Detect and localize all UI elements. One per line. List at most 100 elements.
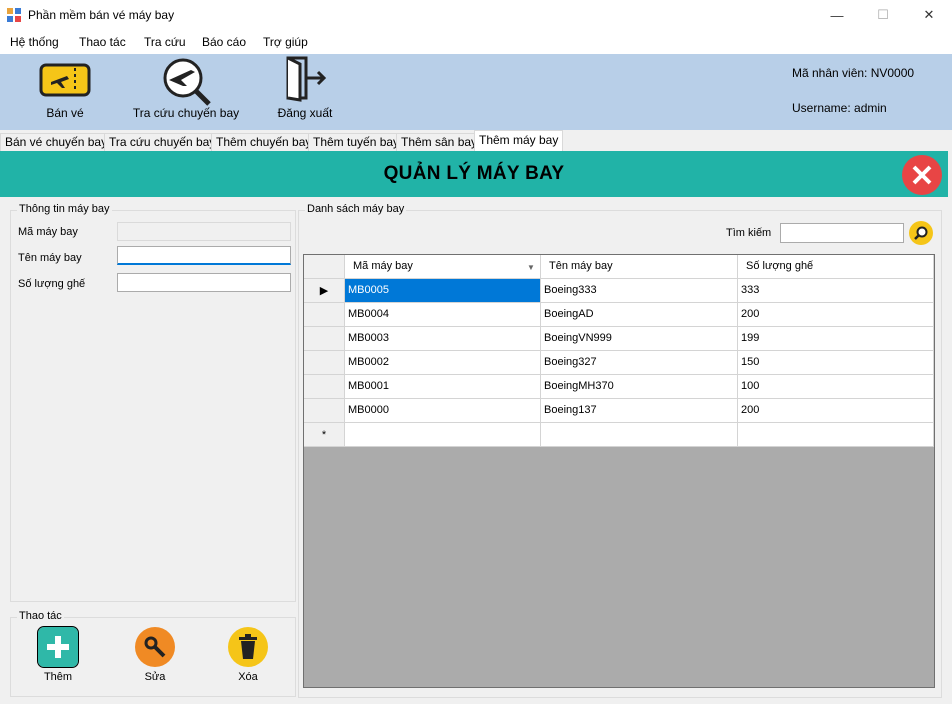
search-button[interactable] xyxy=(909,221,933,245)
new-row-marker: * xyxy=(304,423,345,447)
cell-name[interactable] xyxy=(541,423,738,447)
menu-he-thong[interactable]: Hệ thống xyxy=(10,35,59,49)
flight-lookup-button[interactable]: Tra cứu chuyến bay xyxy=(128,54,244,130)
edit-label: Sửa xyxy=(144,671,166,683)
table-row[interactable]: MB0001 BoeingMH370 100 xyxy=(304,375,934,399)
cell-id[interactable]: MB0001 xyxy=(345,375,541,399)
row-selector-icon: ▶ xyxy=(304,279,345,303)
menu-thao-tac[interactable]: Thao tác xyxy=(79,35,126,49)
column-header-name[interactable]: Tên máy bay xyxy=(541,255,738,279)
username-text: Username: admin xyxy=(792,101,887,115)
add-label: Thêm xyxy=(43,671,73,683)
cell-seats[interactable]: 200 xyxy=(738,399,934,423)
tab-tra-cuu[interactable]: Tra cứu chuyến bay xyxy=(104,133,221,151)
search-input[interactable] xyxy=(780,223,904,243)
table-row[interactable]: MB0003 BoeingVN999 199 xyxy=(304,327,934,351)
flight-lookup-label: Tra cứu chuyến bay xyxy=(132,106,240,120)
tab-them-tuyen-bay[interactable]: Thêm tuyến bay xyxy=(308,133,405,151)
cell-name[interactable]: Boeing327 xyxy=(541,351,738,375)
page-header: QUẢN LÝ MÁY BAY xyxy=(0,151,948,197)
delete-label: Xóa xyxy=(238,671,258,683)
cell-seats[interactable]: 150 xyxy=(738,351,934,375)
title-bar: Phần mềm bán vé máy bay — ☐ ✕ xyxy=(0,0,952,30)
header-corner xyxy=(304,255,345,279)
cell-name[interactable]: BoeingAD xyxy=(541,303,738,327)
row-header xyxy=(304,375,345,399)
name-label: Tên máy bay xyxy=(18,252,82,264)
cell-name[interactable]: Boeing137 xyxy=(541,399,738,423)
list-group-title: Danh sách máy bay xyxy=(305,203,407,215)
name-field[interactable] xyxy=(117,246,291,265)
toolbar: Bán vé Tra cứu chuyến bay Đăng xuất Mã n… xyxy=(0,54,952,130)
table-row[interactable]: MB0004 BoeingAD 200 xyxy=(304,303,934,327)
search-label: Tìm kiếm xyxy=(726,227,772,239)
trash-icon xyxy=(228,627,268,667)
table-row[interactable]: MB0000 Boeing137 200 xyxy=(304,399,934,423)
row-header xyxy=(304,399,345,423)
aircraft-table[interactable]: Mã máy bay ▼ Tên máy bay Số lượng ghế ▶ … xyxy=(303,254,935,688)
cell-name[interactable]: BoeingVN999 xyxy=(541,327,738,351)
info-group-title: Thông tin máy bay xyxy=(17,203,112,215)
delete-button[interactable]: Xóa xyxy=(218,627,278,683)
cell-id[interactable]: MB0000 xyxy=(345,399,541,423)
maximize-button[interactable]: ☐ xyxy=(860,0,906,30)
id-field[interactable] xyxy=(117,222,291,241)
cell-name[interactable]: BoeingMH370 xyxy=(541,375,738,399)
cell-seats[interactable]: 199 xyxy=(738,327,934,351)
search-icon xyxy=(914,226,928,240)
close-icon xyxy=(912,165,932,185)
cell-id[interactable] xyxy=(345,423,541,447)
wrench-icon xyxy=(135,627,175,667)
new-row[interactable]: * xyxy=(304,423,934,447)
plus-icon xyxy=(37,626,79,668)
column-header-id[interactable]: Mã máy bay xyxy=(345,255,541,279)
cell-seats[interactable] xyxy=(738,423,934,447)
employee-id-text: Mã nhân viên: NV0000 xyxy=(792,66,915,80)
table-header: Mã máy bay ▼ Tên máy bay Số lượng ghế xyxy=(304,255,934,279)
add-button[interactable]: Thêm xyxy=(28,626,88,683)
cell-id[interactable]: MB0003 xyxy=(345,327,541,351)
id-label: Mã máy bay xyxy=(18,226,78,238)
sell-ticket-label: Bán vé xyxy=(46,106,84,120)
sort-arrow-icon: ▼ xyxy=(527,263,535,272)
tab-them-may-bay[interactable]: Thêm máy bay xyxy=(474,130,564,151)
actions-group-title: Thao tác xyxy=(17,610,64,622)
menu-tro-giup[interactable]: Trợ giúp xyxy=(263,35,308,49)
table-row[interactable]: MB0002 Boeing327 150 xyxy=(304,351,934,375)
app-icon xyxy=(7,8,21,22)
cell-id[interactable]: MB0004 xyxy=(345,303,541,327)
logout-icon xyxy=(286,56,327,102)
menu-bao-cao[interactable]: Báo cáo xyxy=(202,35,246,49)
logout-button[interactable]: Đăng xuất xyxy=(262,54,348,130)
edit-button[interactable]: Sửa xyxy=(125,627,185,683)
content-area: Thông tin máy bay Mã máy bay Tên máy bay… xyxy=(0,197,948,700)
cell-id[interactable]: MB0005 xyxy=(345,279,541,303)
table-row[interactable]: ▶ MB0005 Boeing333 333 xyxy=(304,279,934,303)
tab-strip: Bán vé chuyến bay Tra cứu chuyến bay Thê… xyxy=(0,130,952,151)
cell-name[interactable]: Boeing333 xyxy=(541,279,738,303)
logout-label: Đăng xuất xyxy=(277,106,333,120)
column-header-seats[interactable]: Số lượng ghế xyxy=(738,255,934,279)
menu-bar: Hệ thống Thao tác Tra cứu Báo cáo Trợ gi… xyxy=(0,30,952,54)
seats-label: Số lượng ghế xyxy=(18,278,86,290)
window-title: Phần mềm bán vé máy bay xyxy=(28,8,175,22)
close-tab-button[interactable] xyxy=(902,155,942,195)
minimize-button[interactable]: — xyxy=(814,0,860,30)
info-group: Thông tin máy bay xyxy=(10,203,296,602)
close-window-button[interactable]: ✕ xyxy=(906,0,952,30)
menu-tra-cuu[interactable]: Tra cứu xyxy=(144,35,186,49)
tab-ban-ve[interactable]: Bán vé chuyến bay xyxy=(0,133,113,151)
tab-them-chuyen-bay[interactable]: Thêm chuyến bay xyxy=(211,133,317,151)
row-header xyxy=(304,351,345,375)
cell-seats[interactable]: 200 xyxy=(738,303,934,327)
row-header xyxy=(304,303,345,327)
cell-seats[interactable]: 333 xyxy=(738,279,934,303)
page-title: QUẢN LÝ MÁY BAY xyxy=(383,163,565,184)
cell-seats[interactable]: 100 xyxy=(738,375,934,399)
tab-them-san-bay[interactable]: Thêm sân bay xyxy=(396,133,483,151)
seats-field[interactable] xyxy=(117,273,291,292)
cell-id[interactable]: MB0002 xyxy=(345,351,541,375)
sell-ticket-button[interactable]: Bán vé xyxy=(20,54,110,130)
flight-search-icon xyxy=(163,58,211,106)
ticket-icon xyxy=(39,63,91,97)
